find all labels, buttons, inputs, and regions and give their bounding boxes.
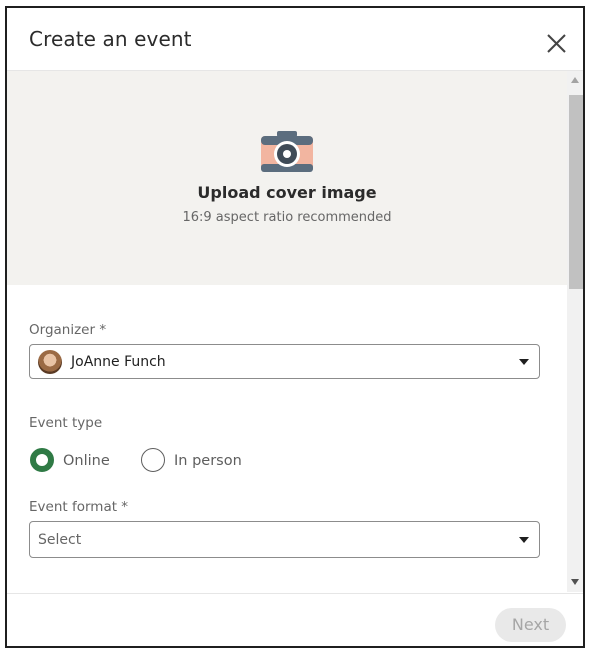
- close-button[interactable]: [539, 26, 575, 62]
- next-button[interactable]: Next: [495, 608, 566, 642]
- cover-image-upload[interactable]: Upload cover image 16:9 aspect ratio rec…: [7, 71, 567, 285]
- dialog-title: Create an event: [29, 27, 192, 51]
- event-format-label: Event format *: [29, 499, 129, 515]
- avatar: [38, 350, 62, 374]
- camera-icon: [261, 131, 313, 172]
- scroll-up-icon[interactable]: [571, 77, 579, 83]
- create-event-dialog: Create an event Upload cover image 16:9 …: [5, 6, 585, 648]
- scrollbar-thumb[interactable]: [569, 95, 583, 289]
- upload-cover-title: Upload cover image: [197, 183, 377, 202]
- event-type-label: Event type: [29, 415, 103, 431]
- chevron-down-icon: [519, 359, 529, 365]
- radio-online[interactable]: [30, 448, 54, 472]
- organizer-label: Organizer *: [29, 322, 107, 338]
- radio-in-person-label[interactable]: In person: [174, 453, 242, 469]
- event-format-placeholder: Select: [38, 532, 82, 548]
- event-format-select[interactable]: Select: [29, 521, 540, 558]
- radio-online-label[interactable]: Online: [63, 453, 110, 469]
- radio-in-person[interactable]: [141, 448, 165, 472]
- organizer-select[interactable]: JoAnne Funch: [29, 344, 540, 379]
- organizer-name: JoAnne Funch: [71, 354, 166, 370]
- upload-cover-subtitle: 16:9 aspect ratio recommended: [182, 210, 392, 225]
- dialog-header: Create an event: [7, 8, 583, 71]
- chevron-down-icon: [519, 537, 529, 543]
- dialog-footer: Next: [7, 593, 583, 646]
- close-icon: [547, 34, 566, 53]
- scrollbar[interactable]: [567, 71, 583, 592]
- scroll-down-icon[interactable]: [571, 579, 579, 585]
